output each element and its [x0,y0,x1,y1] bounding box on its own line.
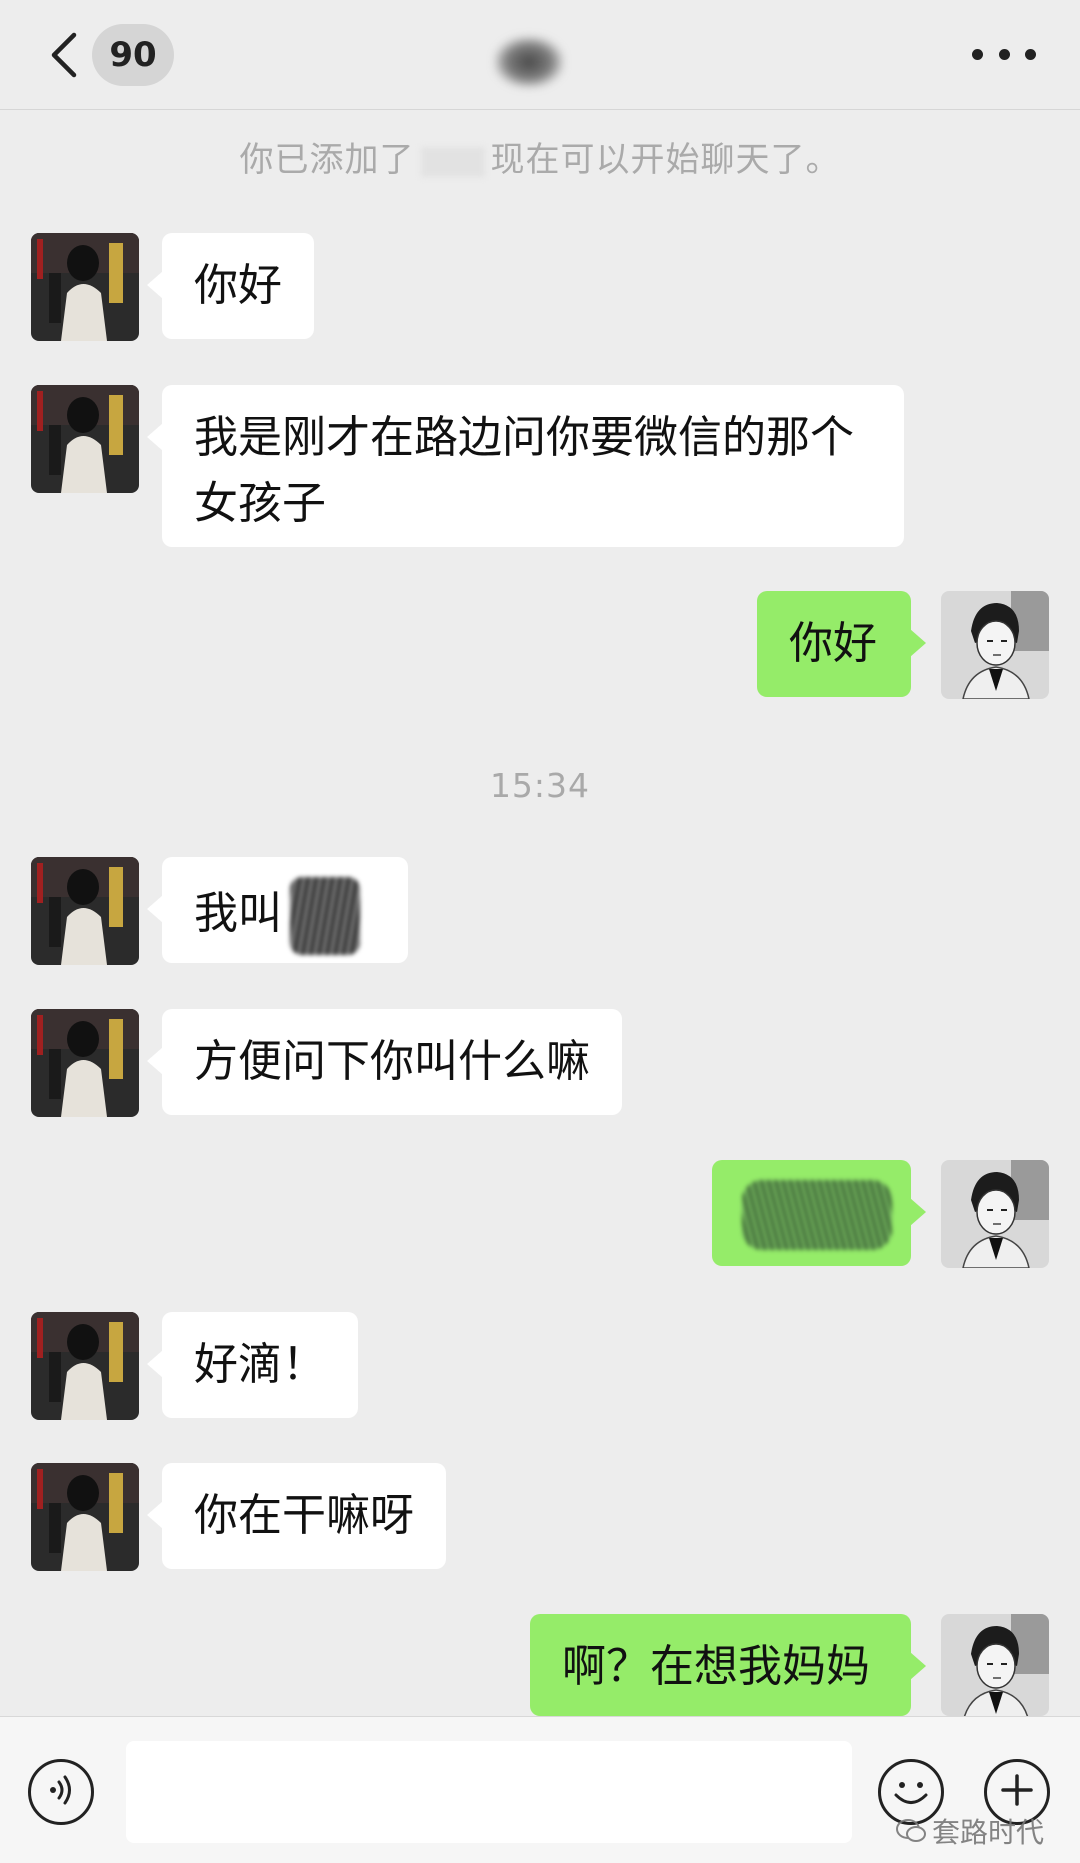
wechat-icon [895,1818,926,1844]
unread-count-badge: 90 [92,24,174,86]
contact-avatar[interactable] [31,857,139,965]
incoming-message-bubble[interactable]: 我叫 [147,857,408,963]
message-text: 你好 [194,260,282,311]
message-text: 好滴！ [194,1339,326,1390]
system-notice-prefix: 你已添加了 [239,140,415,180]
incoming-message-bubble[interactable]: 好滴！ [147,1312,358,1418]
contact-avatar[interactable] [31,233,139,341]
plus-icon [997,1770,1037,1814]
incoming-message-bubble[interactable]: 你好 [147,233,314,339]
incoming-message-bubble[interactable]: 方便问下你叫什么嘛 [147,1009,622,1115]
input-bar: 套路时代 [0,1716,1080,1863]
message-row: 你好 [0,233,1080,341]
message-row: 你在干嘛呀 [0,1463,1080,1571]
message-text: 你在干嘛呀 [194,1490,414,1541]
incoming-message-bubble[interactable]: 你在干嘛呀 [147,1463,446,1569]
my-avatar[interactable] [941,591,1049,699]
system-notice: 你已添加了 现在可以开始聊天了。 [0,132,1080,181]
more-button[interactable] [972,34,1036,74]
message-text: 啊？在想我妈妈 [562,1641,870,1692]
message-row: 你好 [0,591,1080,699]
watermark-text: 套路时代 [931,1816,1044,1849]
my-avatar[interactable] [941,1614,1049,1716]
system-notice-suffix: 现在可以开始聊天了。 [490,140,841,180]
message-row: 好滴！ [0,1312,1080,1420]
message-timestamp: 15:34 [489,766,591,805]
back-button[interactable]: 90 [44,22,184,88]
chevron-left-icon [44,27,84,83]
watermark: 套路时代 [895,1811,1044,1851]
outgoing-message-bubble[interactable]: 你好 [757,591,926,697]
outgoing-message-bubble[interactable] [712,1160,926,1266]
voice-icon [41,1770,81,1814]
message-row: 我是刚才在路边问你要微信的那个女孩子 [0,385,1080,547]
message-input[interactable] [126,1741,852,1843]
redacted-text [742,1180,892,1250]
incoming-message-bubble[interactable]: 我是刚才在路边问你要微信的那个女孩子 [147,385,904,547]
contact-avatar[interactable] [31,1312,139,1420]
message-row: 啊？在想我妈妈 [0,1614,1080,1716]
voice-button[interactable] [28,1759,94,1825]
message-text: 我是刚才在路边问你要微信的那个女孩子 [194,412,854,529]
outgoing-message-bubble[interactable]: 啊？在想我妈妈 [530,1614,926,1716]
message-row: 方便问下你叫什么嘛 [0,1009,1080,1117]
message-text: 你好 [789,618,877,669]
my-avatar[interactable] [941,1160,1049,1268]
message-text: 我叫 [194,888,282,939]
redacted-name [290,877,360,955]
redacted-name [420,146,485,177]
contact-avatar[interactable] [31,1009,139,1117]
more-dots-icon [972,48,983,60]
contact-name-redacted [494,36,564,88]
chat-screen: 90 你已添加了 现在可以开始聊天了。 你好 我是刚才在路边问你要微信的那个女孩… [0,0,1080,1863]
contact-avatar[interactable] [31,1463,139,1571]
chat-header: 90 [0,0,1080,110]
message-row [0,1160,1080,1268]
contact-avatar[interactable] [31,385,139,493]
message-text: 方便问下你叫什么嘛 [194,1036,590,1087]
message-row: 我叫 [0,857,1080,965]
